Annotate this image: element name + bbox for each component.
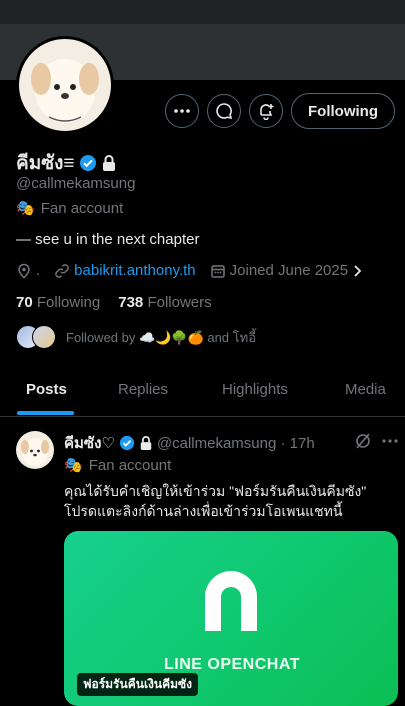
verified-badge-icon[interactable] [79,154,97,172]
post-text-line: โปรดแตะลิงก์ด้านล่างเพื่อเข้าร่วมโอเพนแช… [64,503,343,519]
category-label: Fan account [40,199,124,217]
follower-avatar [32,325,56,349]
card-brand-text: LINE OPENCHAT [164,656,300,673]
followers-count: 738 [118,294,144,311]
post-author-name[interactable]: คีมซัง♡ [64,431,115,455]
profile-name: คีมซัง≡ [16,153,75,174]
theater-masks-icon: 🎭 [16,200,35,217]
tab-replies[interactable]: Replies [118,381,168,398]
notify-button[interactable] [249,94,284,128]
link-icon [55,263,69,278]
post-avatar[interactable] [16,431,54,469]
banner-top-strip [0,0,405,24]
location-pin-icon [18,263,30,278]
more-button[interactable] [165,94,200,128]
lock-icon [140,436,152,450]
followed-by-row[interactable]: Followed by ☁️🌙🌳🍊 and โทอี้ [16,325,256,349]
chevron-right-icon[interactable] [352,263,364,279]
verified-badge-icon[interactable] [119,435,135,451]
following-count: 70 [16,294,33,311]
profile-tabs: Posts Replies Highlights Media [0,366,405,417]
calendar-icon [210,264,225,278]
tab-highlights[interactable]: Highlights [222,381,288,398]
profile-bio: — see u in the next chapter [16,231,200,248]
post-category: 🎭 Fan account [64,456,172,475]
card-title-label: ฟอร์มรันคืนเงินคีมซัง [77,673,199,696]
post-text-line: คุณได้รับคำเชิญให้เข้าร่วม "ฟอร์มรันคืนเ… [64,483,367,499]
post-more-icon[interactable] [381,432,399,450]
theater-masks-icon: 🎭 [64,457,83,474]
profile-meta: . babikrit.anthony.th Joined June 2025 [16,262,364,279]
more-dots-icon [174,109,190,113]
followers-label: Followers [147,294,212,311]
profile-category: 🎭 Fan account [16,199,124,218]
location-text: . [36,262,41,279]
active-tab-indicator [17,411,74,415]
following-button[interactable]: Following [291,93,395,129]
profile-name-row: คีมซัง≡ [16,148,117,178]
following-link[interactable]: 70 Following [16,294,100,311]
post-handle-time[interactable]: @callmekamsung · 17h [157,435,315,452]
grok-icon[interactable] [354,432,372,450]
message-button[interactable] [207,94,242,128]
lock-icon [102,155,115,171]
bell-plus-icon [260,104,274,120]
profile-handle: @callmekamsung [16,175,136,192]
puppy-avatar-image [21,438,49,466]
joined-date: Joined June 2025 [229,262,349,279]
followed-by-text: Followed by ☁️🌙🌳🍊 and โทอี้ [66,329,256,345]
profile-actions: Following [165,93,395,129]
line-openchat-logo-icon [205,571,257,631]
following-label: Following [36,294,101,311]
post-header: คีมซัง♡ @callmekamsung · 17h [64,431,315,455]
followers-link[interactable]: 738 Followers [118,294,211,311]
puppy-avatar-image [31,59,99,123]
tab-posts[interactable]: Posts [26,381,67,398]
chat-bubble-icon [216,103,233,120]
post-text: คุณได้รับคำเชิญให้เข้าร่วม "ฟอร์มรันคืนเ… [64,481,394,521]
profile-stats: 70 Following 738 Followers [16,294,212,311]
link-card[interactable]: LINE OPENCHAT ฟอร์มรันคืนเงินคีมซัง [64,531,398,706]
tab-media[interactable]: Media [345,381,386,398]
website-link[interactable]: babikrit.anthony.th [74,262,195,279]
post-category-label: Fan account [88,456,172,474]
profile-avatar[interactable] [16,36,114,134]
